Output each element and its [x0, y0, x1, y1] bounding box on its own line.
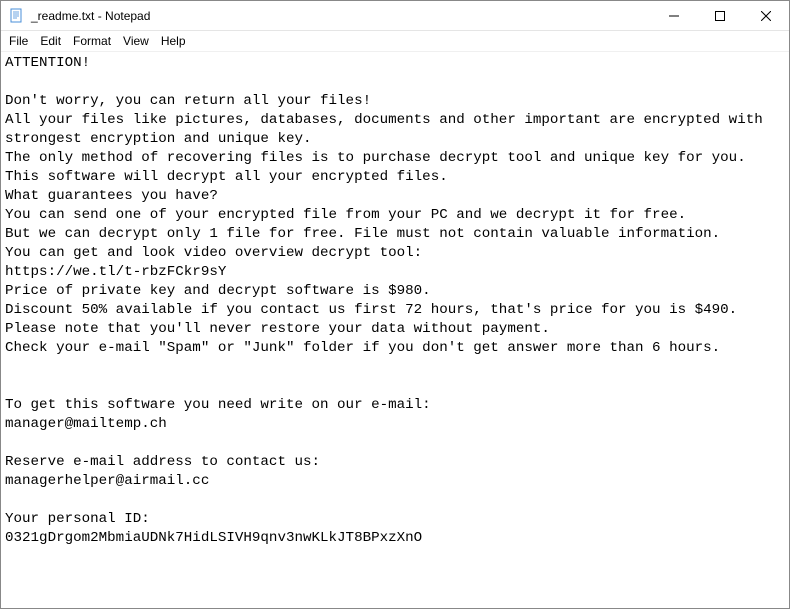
minimize-button[interactable]: [651, 1, 697, 30]
titlebar[interactable]: _readme.txt - Notepad: [1, 1, 789, 31]
window-title: _readme.txt - Notepad: [31, 9, 651, 23]
menu-edit[interactable]: Edit: [34, 32, 67, 50]
menu-view[interactable]: View: [117, 32, 155, 50]
menu-format[interactable]: Format: [67, 32, 117, 50]
menu-help[interactable]: Help: [155, 32, 192, 50]
window-controls: [651, 1, 789, 30]
close-button[interactable]: [743, 1, 789, 30]
notepad-window: _readme.txt - Notepad File Edit Format V…: [0, 0, 790, 609]
menubar: File Edit Format View Help: [1, 31, 789, 51]
maximize-button[interactable]: [697, 1, 743, 30]
menu-file[interactable]: File: [3, 32, 34, 50]
notepad-icon: [9, 8, 25, 24]
text-area[interactable]: ATTENTION! Don't worry, you can return a…: [1, 51, 789, 608]
